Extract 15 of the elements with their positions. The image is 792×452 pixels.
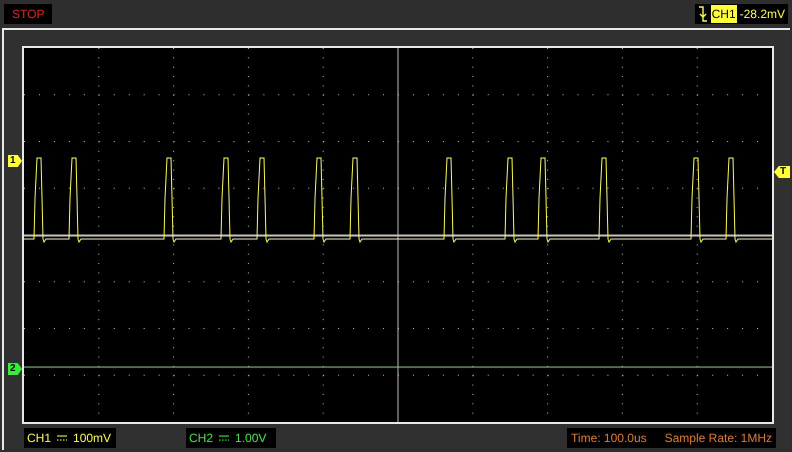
channel-marker[interactable]: 2: [8, 363, 22, 375]
trigger-channel: CH1: [710, 5, 737, 23]
timebase-label: Time: 100.0us: [571, 430, 647, 447]
run-status[interactable]: STOP: [4, 4, 52, 24]
channel-marker[interactable]: 1: [8, 155, 22, 167]
channel-scale: 1.00V: [235, 430, 266, 447]
dc-coupling-icon: [57, 435, 68, 441]
trigger-edge-icon: [698, 6, 708, 22]
sample-rate-label: Sample Rate: 1MHz: [664, 430, 772, 447]
trigger-marker[interactable]: T: [774, 166, 790, 178]
channel-name: CH2: [189, 430, 214, 447]
dc-coupling-icon: [219, 435, 230, 441]
channel-name: CH1: [27, 430, 52, 447]
trigger-level: -28.2mV: [740, 6, 785, 23]
channel-scale: 100mV: [73, 430, 112, 447]
